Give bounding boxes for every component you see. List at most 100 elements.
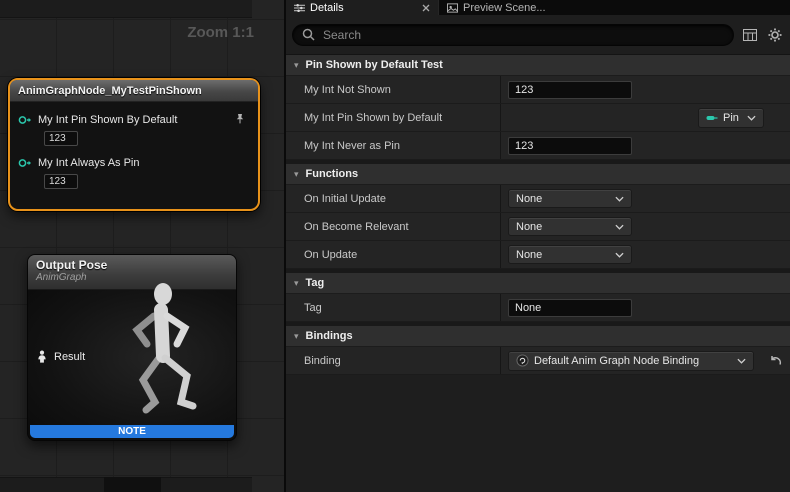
property-label: On Become Relevant [286,213,501,240]
pin-row: My Int Always As Pin [18,155,252,170]
pin-label: My Int Pin Shown By Default [38,114,177,126]
pin-row: My Int Pin Shown By Default [18,112,252,127]
result-pin-row: Result [36,350,85,363]
property-value: Default Anim Graph Node Binding [501,347,790,374]
offscreen-node-edge-top [0,0,252,18]
property-value: None [501,213,790,240]
dropdown-value: None [516,193,542,205]
pin-visibility-dropdown[interactable]: Pin [698,108,764,128]
property-label: On Initial Update [286,185,501,212]
property-row: My Int Never as Pin 123 [286,132,790,160]
on-become-relevant-dropdown[interactable]: None [508,217,632,236]
property-value: None [501,241,790,268]
category-pin-shown-by-default-test[interactable]: ▾ Pin Shown by Default Test [286,55,790,76]
property-label: My Int Never as Pin [286,132,501,159]
dropdown-value: Pin [723,112,739,124]
pin-icon[interactable] [234,113,246,125]
gear-icon [768,28,782,42]
tab-details[interactable]: Details [286,0,438,15]
property-label: My Int Not Shown [286,76,501,103]
search-icon [302,28,315,41]
details-panel: Details Preview Scene... [286,0,790,492]
my-int-never-as-pin-input[interactable]: 123 [508,137,632,155]
dropdown-value: None [516,221,542,233]
tab-bar: Details Preview Scene... [286,0,790,15]
chevron-down-icon: ▾ [294,170,299,179]
property-value: 123 [501,132,790,159]
pin-value-input[interactable]: 123 [44,131,78,146]
dropdown-value: None [516,249,542,261]
preview-tab-icon [447,3,458,13]
property-row: Binding Default Anim Graph Node Binding [286,347,790,375]
tab-preview-scene[interactable]: Preview Scene... [439,0,554,15]
my-int-not-shown-input[interactable]: 123 [508,81,632,99]
chevron-down-icon [615,252,624,258]
property-value: None [501,185,790,212]
category-title: Functions [306,168,359,180]
unreal-anim-blueprint-editor: Zoom 1:1 AnimGraphNode_MyTestPinShown My… [0,0,790,492]
property-value: 123 [501,76,790,103]
pin-icon [706,114,718,122]
property-label: Binding [286,347,501,374]
view-options-icon [743,29,757,41]
category-functions[interactable]: ▾ Functions [286,164,790,185]
on-initial-update-dropdown[interactable]: None [508,189,632,208]
int-pin-icon[interactable] [18,158,32,168]
property-row: On Initial Update None [286,185,790,213]
chevron-down-icon: ▾ [294,279,299,288]
category-tag[interactable]: ▾ Tag [286,273,790,294]
on-update-dropdown[interactable]: None [508,245,632,264]
property-row: My Int Pin Shown by Default Pin [286,104,790,132]
node-title-bar[interactable]: AnimGraphNode_MyTestPinShown [10,80,258,102]
node-title: Output Pose [36,258,228,272]
note-badge: NOTE [30,425,234,438]
dropdown-value: Default Anim Graph Node Binding [534,355,699,367]
view-options-button[interactable] [741,29,759,41]
tab-label: Details [310,2,344,14]
details-tab-icon [294,3,305,13]
property-value: Pin [501,104,790,131]
pin-label: My Int Always As Pin [38,157,139,169]
binding-icon [516,354,529,367]
tag-input[interactable]: None [508,299,632,317]
pose-pin-icon[interactable] [36,350,48,363]
output-pose-node[interactable]: Output Pose AnimGraph [27,254,237,441]
chevron-down-icon [615,224,624,230]
tab-label: Preview Scene... [463,2,546,14]
chevron-down-icon [737,358,746,364]
search-toolbar [286,15,790,55]
chevron-down-icon [615,196,624,202]
property-row: My Int Not Shown 123 [286,76,790,104]
close-icon[interactable] [422,4,430,12]
category-title: Bindings [306,330,353,342]
anim-graph-canvas[interactable]: Zoom 1:1 AnimGraphNode_MyTestPinShown My… [0,0,284,492]
binding-dropdown[interactable]: Default Anim Graph Node Binding [508,351,754,371]
character-preview-image [84,276,234,426]
result-pin-label: Result [54,351,85,363]
property-label: Tag [286,294,501,321]
search-input[interactable] [321,27,724,43]
revert-icon[interactable] [768,355,782,367]
search-box[interactable] [292,24,734,46]
property-label: My Int Pin Shown by Default [286,104,501,131]
zoom-level-label: Zoom 1:1 [187,24,254,41]
offscreen-node-edge-bottom-dark [104,477,161,492]
property-row: On Become Relevant None [286,213,790,241]
node-body: My Int Pin Shown By Default 123 My Int A… [10,102,258,189]
category-title: Tag [306,277,325,289]
property-list: ▾ Pin Shown by Default Test My Int Not S… [286,55,790,492]
chevron-down-icon: ▾ [294,332,299,341]
settings-button[interactable] [766,28,784,42]
chevron-down-icon [747,115,756,121]
anim-graph-node-mytestpinshown[interactable]: AnimGraphNode_MyTestPinShown My Int Pin … [8,78,260,211]
int-pin-icon[interactable] [18,115,32,125]
category-title: Pin Shown by Default Test [306,59,443,71]
property-label: On Update [286,241,501,268]
chevron-down-icon: ▾ [294,61,299,70]
node-body: Result NOTE [28,290,236,440]
property-row: Tag None [286,294,790,322]
property-value: None [501,294,790,321]
property-row: On Update None [286,241,790,269]
category-bindings[interactable]: ▾ Bindings [286,326,790,347]
pin-value-input[interactable]: 123 [44,174,78,189]
